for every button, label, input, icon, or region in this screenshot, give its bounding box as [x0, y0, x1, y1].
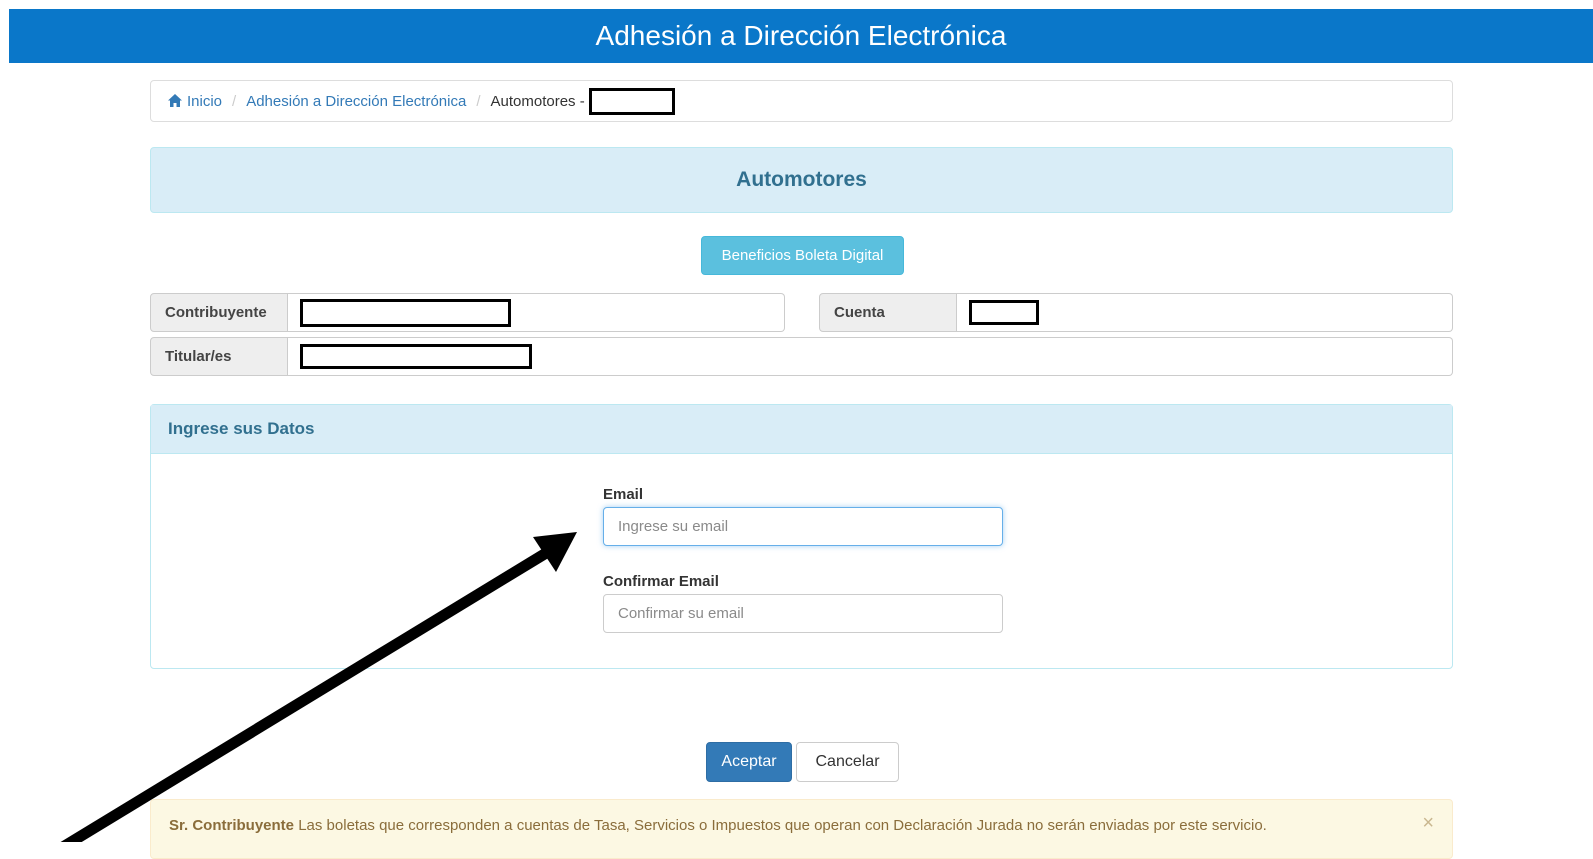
email-input[interactable]: [603, 507, 1003, 546]
cuenta-group: Cuenta: [819, 293, 1453, 332]
cuenta-label: Cuenta: [819, 293, 957, 332]
section-banner: Automotores: [150, 147, 1453, 213]
redacted-box: [300, 298, 511, 327]
redacted-box: [300, 344, 532, 369]
contribuyente-label: Contribuyente: [150, 293, 288, 332]
app-header: Adhesión a Dirección Electrónica: [9, 9, 1593, 63]
warning-alert: Sr. Contribuyente Las boletas que corres…: [150, 799, 1453, 859]
titulares-group: Titular/es: [150, 337, 1453, 376]
breadcrumb-separator: /: [476, 92, 481, 110]
cuenta-value: [957, 293, 1453, 332]
breadcrumb-home-link[interactable]: Inicio: [168, 93, 222, 110]
banner-title: Automotores: [736, 168, 867, 191]
contribuyente-value: [288, 293, 785, 332]
confirm-email-label: Confirmar Email: [603, 573, 719, 590]
breadcrumb-section-link[interactable]: Adhesión a Dirección Electrónica: [246, 93, 466, 110]
breadcrumb: Inicio / Adhesión a Dirección Electrónic…: [150, 80, 1453, 122]
accept-button[interactable]: Aceptar: [706, 742, 792, 782]
titulares-value: [288, 337, 1453, 376]
breadcrumb-home-label: Inicio: [187, 92, 223, 110]
breadcrumb-current: Automotores -: [490, 92, 585, 110]
breadcrumb-separator: /: [232, 92, 237, 110]
confirm-email-input[interactable]: [603, 594, 1003, 633]
email-label: Email: [603, 486, 644, 503]
page-title: Adhesión a Dirección Electrónica: [595, 20, 1007, 51]
titulares-label: Titular/es: [150, 337, 288, 376]
alert-text: Las boletas que corresponden a cuentas d…: [294, 817, 1267, 834]
benefits-button[interactable]: Beneficios Boleta Digital: [701, 236, 904, 275]
alert-strong: Sr. Contribuyente: [169, 817, 295, 834]
close-icon[interactable]: ×: [1422, 812, 1434, 835]
contribuyente-group: Contribuyente: [150, 293, 785, 332]
home-icon: [168, 93, 182, 107]
redacted-box: [969, 300, 1039, 325]
redacted-box: [588, 87, 675, 115]
cancel-button[interactable]: Cancelar: [796, 742, 899, 782]
panel-heading: Ingrese sus Datos: [151, 405, 1452, 454]
